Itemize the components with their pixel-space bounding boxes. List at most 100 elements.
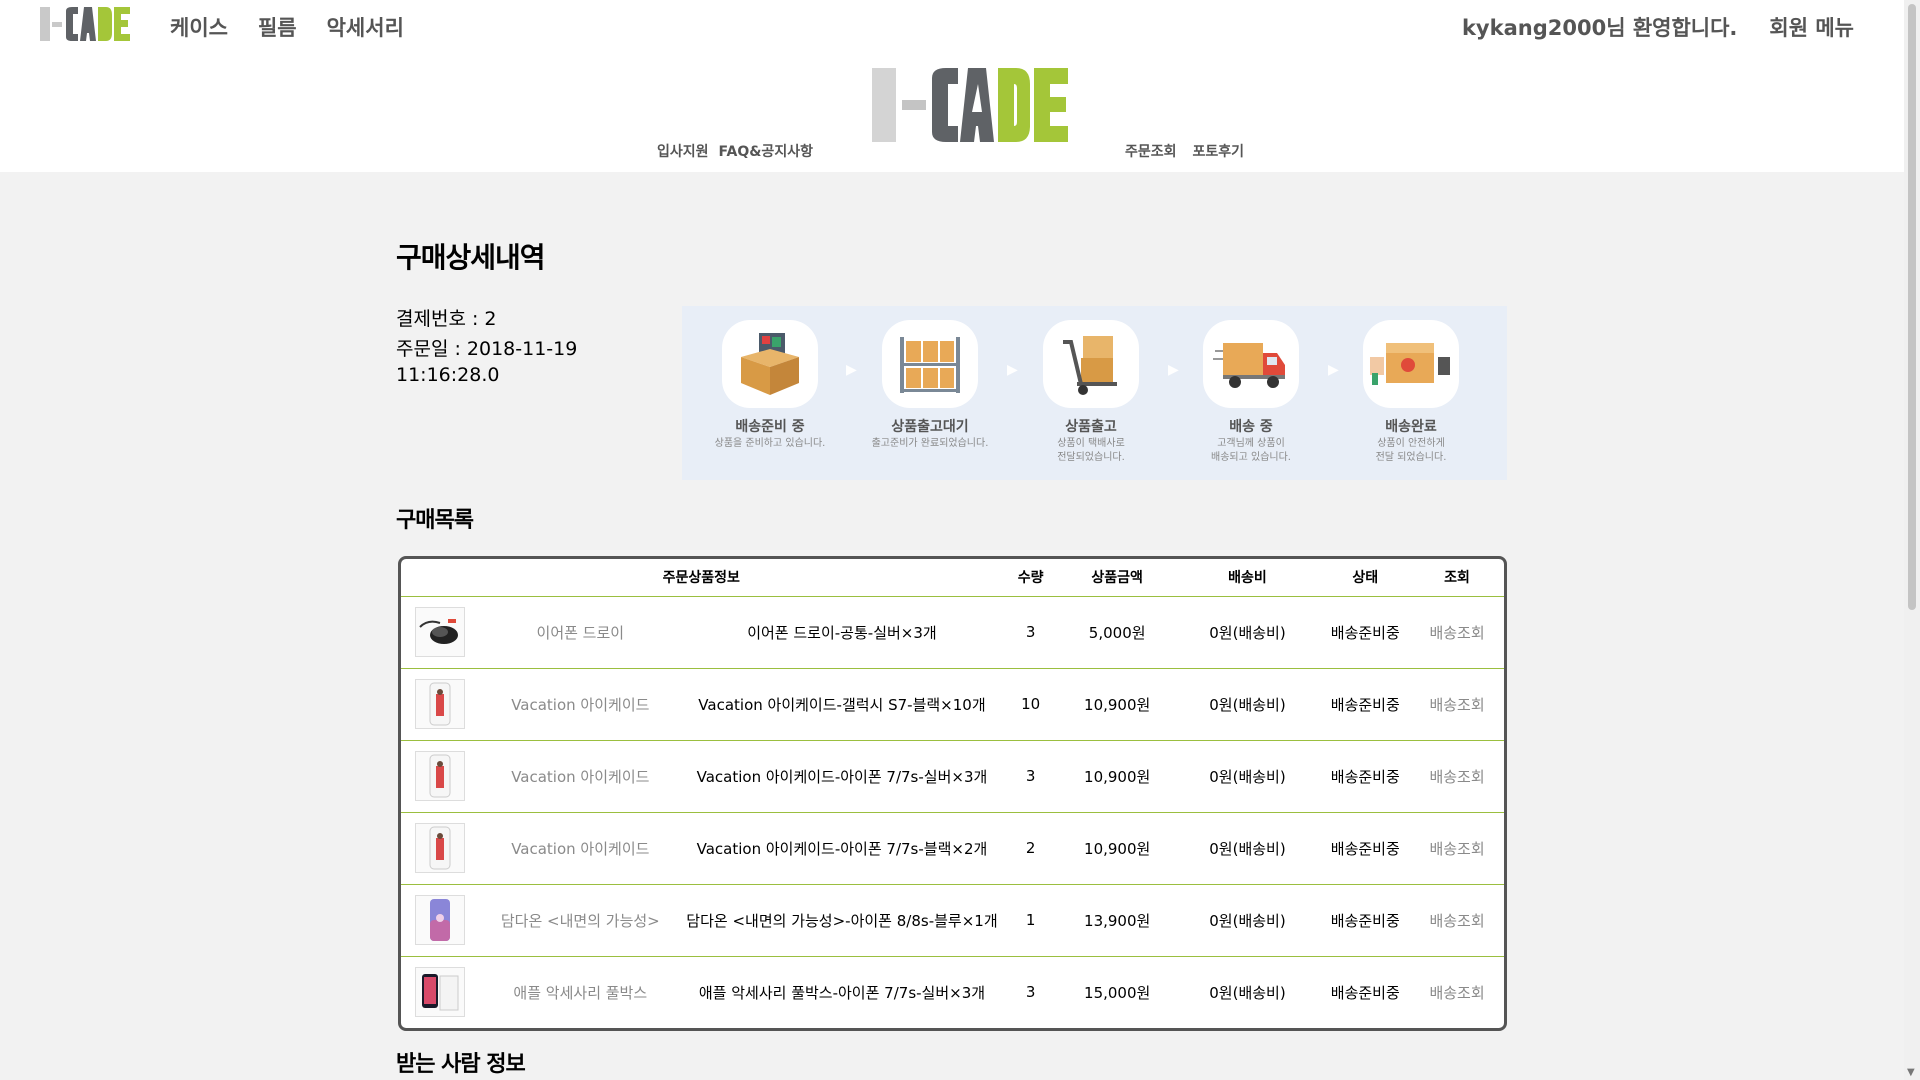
track-delivery-link[interactable]: 배송조회: [1410, 884, 1504, 957]
product-name-link[interactable]: 애플 악세사리 풀박스: [478, 956, 682, 1028]
receiver-info-title: 받는 사람 정보: [396, 1052, 526, 1077]
nav-item-faq-notice[interactable]: FAQ&공지사항: [719, 141, 813, 161]
order-time: 11:16:28.0: [396, 364, 500, 386]
track-delivery-link[interactable]: 배송조회: [1410, 740, 1504, 813]
table-row: Vacation 아이케이드 Vacation 아이케이드-아이폰 7/7s-블…: [401, 812, 1504, 885]
product-name-link[interactable]: Vacation 아이케이드: [478, 668, 683, 741]
step-delivered: 배송완료 상품이 안전하게 전달 되었습니다.: [1336, 320, 1486, 464]
product-name-link[interactable]: 담다온 <내면의 가능성>: [478, 884, 683, 957]
product-thumbnail[interactable]: [415, 823, 465, 873]
step-desc: 고객님께 상품이: [1217, 438, 1285, 449]
product-name-link[interactable]: 이어폰 드로이: [478, 596, 683, 669]
quantity: 2: [1001, 812, 1060, 885]
track-delivery-link[interactable]: 배송조회: [1410, 596, 1504, 669]
step-desc: 상품이 안전하게: [1377, 438, 1445, 449]
payment-number: 결제번호 : 2: [396, 308, 497, 330]
shipping-fee: 0원(배송비): [1174, 884, 1321, 957]
status: 배송준비중: [1320, 740, 1411, 813]
price: 10,900원: [1059, 668, 1175, 741]
price: 5,000원: [1059, 596, 1175, 669]
col-tracking: 조회: [1410, 559, 1504, 597]
header-logo[interactable]: [40, 4, 132, 44]
product-option: Vacation 아이케이드-아이폰 7/7s-블랙×2개: [682, 812, 1002, 885]
table-header-row: 주문상품정보 수량 상품금액 배송비 상태 조회: [401, 559, 1504, 597]
step-title: 상품출고: [1065, 419, 1117, 435]
status: 배송준비중: [1320, 812, 1411, 885]
welcome-message: kykang2000님 환영합니다.: [1461, 16, 1738, 40]
sub-nav-left: 입사지원 FAQ&공지사항: [657, 141, 813, 161]
shelf-icon: [882, 320, 978, 408]
product-option: 이어폰 드로이-공통-실버×3개: [682, 596, 1002, 669]
shipping-fee: 0원(배송비): [1174, 668, 1321, 741]
price: 13,900원: [1059, 884, 1175, 957]
user-area: kykang2000님 환영합니다. 회원 메뉴: [1462, 12, 1854, 42]
logo-mark-small: [40, 7, 130, 41]
delivered-box-icon: [1363, 320, 1459, 408]
product-thumbnail[interactable]: [415, 679, 465, 729]
step-title: 배송 중: [1229, 419, 1273, 435]
order-date: 주문일 : 2018-11-19: [396, 338, 578, 360]
status: 배송준비중: [1320, 884, 1411, 957]
nav-item-accessory[interactable]: 악세서리: [327, 12, 404, 42]
page-title: 구매상세내역: [396, 241, 546, 274]
step-preparing: 배송준비 중 상품을 준비하고 있습니다.: [695, 320, 845, 450]
col-quantity: 수량: [1001, 559, 1060, 597]
quantity: 3: [1001, 596, 1060, 669]
shipping-fee: 0원(배송비): [1174, 596, 1321, 669]
product-thumbnail[interactable]: [415, 895, 465, 945]
delivery-progress: 배송준비 중 상품을 준비하고 있습니다. ▶ 상품출고대기 출고준비가 완료되…: [682, 306, 1507, 480]
page-scrollbar[interactable]: ▼: [1904, 0, 1920, 1080]
status: 배송준비중: [1320, 668, 1411, 741]
step-desc: 상품이 택배사로: [1057, 438, 1125, 449]
table-row: Vacation 아이케이드 Vacation 아이케이드-갤럭시 S7-블랙×…: [401, 668, 1504, 741]
nav-item-photo-review[interactable]: 포토후기: [1193, 141, 1245, 161]
product-thumbnail[interactable]: [415, 607, 465, 657]
status: 배송준비중: [1330, 983, 1400, 1002]
nav-item-case[interactable]: 케이스: [170, 12, 228, 42]
shipping-fee: 0원(배송비): [1209, 983, 1286, 1002]
nav-item-order-lookup[interactable]: 주문조회: [1125, 141, 1177, 161]
logo-mark-large: [872, 68, 1068, 142]
price: 10,900원: [1059, 812, 1175, 885]
product-option: Vacation 아이케이드-아이폰 7/7s-실버×3개: [682, 740, 1002, 813]
track-delivery-link[interactable]: 배송조회: [1410, 956, 1504, 1028]
step-desc: 상품을 준비하고 있습니다.: [714, 438, 826, 449]
sub-nav-right: 주문조회 포토후기: [1125, 141, 1244, 161]
category-nav: 케이스 필름 악세서리: [170, 12, 404, 42]
truck-icon: [1203, 320, 1299, 408]
table-row: 담다온 <내면의 가능성> 담다온 <내면의 가능성>-아이폰 8/8s-블루×…: [401, 884, 1504, 957]
step-desc-2: 전달되었습니다.: [1057, 452, 1125, 463]
order-list-title: 구매목록: [396, 508, 474, 533]
nav-item-recruit[interactable]: 입사지원: [657, 141, 709, 161]
step-awaiting-shipment: 상품출고대기 출고준비가 완료되었습니다.: [855, 320, 1005, 450]
nav-item-film[interactable]: 필름: [258, 12, 297, 42]
col-product-info: 주문상품정보: [401, 559, 1002, 597]
scroll-down-arrow-icon[interactable]: ▼: [1907, 1067, 1915, 1078]
hand-truck-icon: [1043, 320, 1139, 408]
product-name-link[interactable]: Vacation 아이케이드: [478, 812, 683, 885]
step-title: 배송준비 중: [735, 419, 805, 435]
product-option: Vacation 아이케이드-갤럭시 S7-블랙×10개: [682, 668, 1002, 741]
table-row: 애플 악세사리 풀박스 애플 악세사리 풀박스-아이폰 7/7s-실버×3개 3…: [401, 956, 1504, 1028]
order-items-table: 주문상품정보 수량 상품금액 배송비 상태 조회 이어폰 드로이 이어폰 드로이…: [398, 556, 1507, 1031]
step-desc-2: 전달 되었습니다.: [1375, 452, 1447, 463]
col-price: 상품금액: [1059, 559, 1175, 597]
product-name-link[interactable]: Vacation 아이케이드: [478, 740, 683, 813]
table-row: 이어폰 드로이 이어폰 드로이-공통-실버×3개 3 5,000원 0원(배송비…: [401, 596, 1504, 669]
quantity: 3: [1025, 983, 1036, 1002]
member-menu-button[interactable]: 회원 메뉴: [1769, 12, 1854, 42]
track-delivery-link[interactable]: 배송조회: [1410, 812, 1504, 885]
col-status: 상태: [1320, 559, 1411, 597]
shipping-fee: 0원(배송비): [1174, 740, 1321, 813]
quantity: 1: [1001, 884, 1060, 957]
product-option: 담다온 <내면의 가능성>-아이폰 8/8s-블루×1개: [682, 884, 1002, 957]
product-thumbnail[interactable]: [415, 967, 465, 1018]
step-in-transit: 배송 중 고객님께 상품이 배송되고 있습니다.: [1176, 320, 1326, 464]
track-delivery-link[interactable]: 배송조회: [1410, 668, 1504, 741]
scrollbar-thumb[interactable]: [1908, 4, 1916, 610]
price: 10,900원: [1059, 740, 1175, 813]
product-thumbnail[interactable]: [415, 751, 465, 801]
step-desc: 출고준비가 완료되었습니다.: [871, 438, 989, 449]
step-title: 상품출고대기: [891, 419, 969, 435]
main-logo[interactable]: [872, 66, 1068, 146]
